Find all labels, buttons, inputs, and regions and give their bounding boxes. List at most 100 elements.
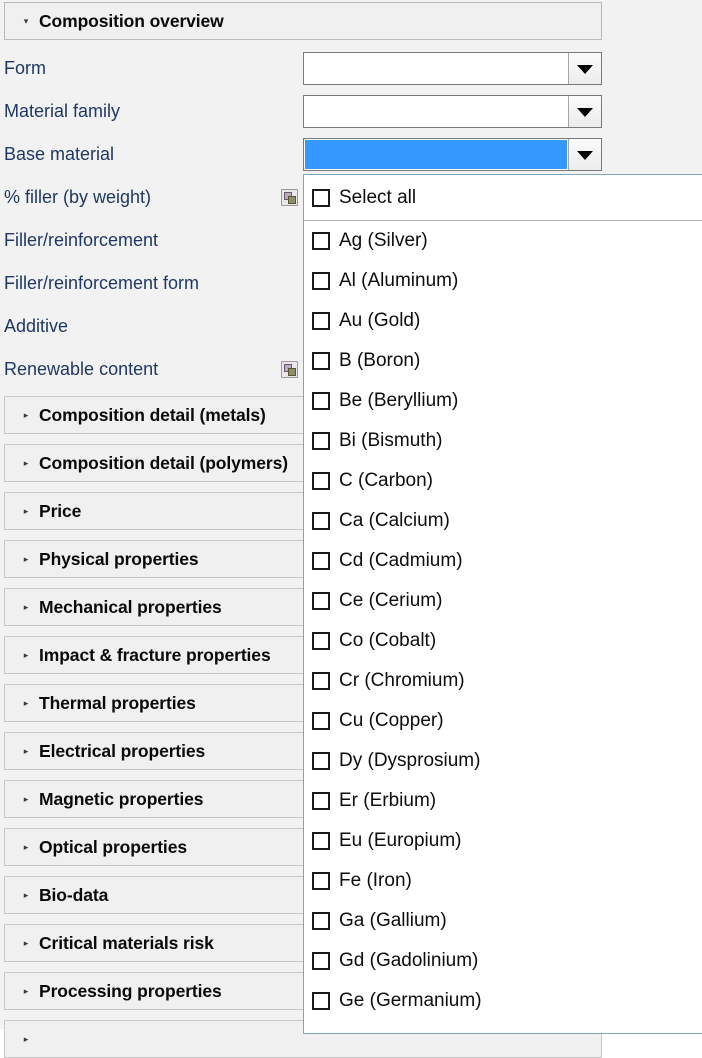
- dropdown-option[interactable]: Cd (Cadmium): [304, 541, 702, 581]
- dropdown-option[interactable]: B (Boron): [304, 341, 702, 381]
- section-header-label: Processing properties: [39, 980, 222, 1001]
- combobox-base-material-arrow-icon[interactable]: [568, 139, 601, 170]
- dropdown-option[interactable]: Au (Gold): [304, 301, 702, 341]
- section-header-label: Critical materials risk: [39, 932, 214, 953]
- combobox-material-family[interactable]: [303, 95, 602, 128]
- chevron-right-icon: ▸: [23, 793, 29, 804]
- checkbox-icon[interactable]: [312, 352, 330, 370]
- dropdown-option[interactable]: Al (Aluminum): [304, 261, 702, 301]
- section-header-label: Composition overview: [39, 10, 224, 31]
- field-label-additive: Additive: [4, 316, 69, 336]
- dropdown-option-label: Er (Erbium): [339, 790, 437, 811]
- checkbox-icon[interactable]: [312, 992, 330, 1010]
- chevron-right-icon: ▸: [23, 1033, 29, 1044]
- dropdown-option-label: B (Boron): [339, 350, 421, 371]
- chevron-right-icon: ▸: [23, 457, 29, 468]
- field-label-base-material: Base material: [4, 144, 115, 164]
- dropdown-option-label: Co (Cobalt): [339, 630, 437, 651]
- dropdown-option[interactable]: Cr (Chromium): [304, 661, 702, 701]
- checkbox-icon[interactable]: [312, 232, 330, 250]
- dropdown-option-label: Au (Gold): [339, 310, 421, 331]
- checkbox-icon[interactable]: [312, 188, 330, 207]
- field-label-filler-reinforcement: Filler/reinforcement: [4, 230, 159, 250]
- dropdown-option[interactable]: Ca (Calcium): [304, 501, 702, 541]
- checkbox-icon[interactable]: [312, 632, 330, 650]
- section-header-label: Impact & fracture properties: [39, 644, 271, 665]
- chevron-right-icon: ▸: [23, 985, 29, 996]
- checkbox-icon[interactable]: [312, 752, 330, 770]
- checkbox-icon[interactable]: [312, 392, 330, 410]
- section-header-label: Price: [39, 500, 82, 521]
- dropdown-option[interactable]: Ag (Silver): [304, 221, 702, 261]
- checkbox-icon[interactable]: [312, 272, 330, 290]
- checkbox-icon[interactable]: [312, 512, 330, 530]
- field-label-material-family: Material family: [4, 101, 121, 121]
- dropdown-option-label: Bi (Bismuth): [339, 430, 443, 451]
- checkbox-icon[interactable]: [312, 672, 330, 690]
- dropdown-option[interactable]: Eu (Europium): [304, 821, 702, 861]
- section-header-composition-overview[interactable]: ▾ Composition overview: [4, 2, 602, 40]
- dropdown-option-label: Be (Beryllium): [339, 390, 459, 411]
- section-header-label: Composition detail (polymers): [39, 452, 288, 473]
- dropdown-option-list: Ag (Silver) Al (Aluminum) Au (Gold) B (Boro…: [304, 221, 702, 1021]
- combobox-form[interactable]: [303, 52, 602, 85]
- combobox-base-material[interactable]: [303, 138, 602, 171]
- dropdown-option-label: Gd (Gadolinium): [339, 950, 479, 971]
- dropdown-option[interactable]: Cu (Copper): [304, 701, 702, 741]
- chevron-right-icon: ▸: [23, 505, 29, 516]
- dropdown-option[interactable]: Co (Cobalt): [304, 621, 702, 661]
- section-header-label: Optical properties: [39, 836, 187, 857]
- section-header-label: Electrical properties: [39, 740, 206, 761]
- dropdown-option[interactable]: Gd (Gadolinium): [304, 941, 702, 981]
- range-expand-icon-renewable-content[interactable]: [281, 361, 298, 378]
- field-label-renewable-content: Renewable content: [4, 359, 159, 379]
- checkbox-icon[interactable]: [312, 712, 330, 730]
- combobox-material-family-arrow-icon[interactable]: [568, 96, 601, 127]
- checkbox-icon[interactable]: [312, 552, 330, 570]
- checkbox-icon[interactable]: [312, 312, 330, 330]
- chevron-right-icon: ▸: [23, 841, 29, 852]
- checkbox-icon[interactable]: [312, 432, 330, 450]
- checkbox-icon[interactable]: [312, 472, 330, 490]
- dropdown-option[interactable]: Er (Erbium): [304, 781, 702, 821]
- checkbox-icon[interactable]: [312, 832, 330, 850]
- dropdown-option[interactable]: Ge (Germanium): [304, 981, 702, 1021]
- dropdown-option-label: Al (Aluminum): [339, 270, 459, 291]
- range-expand-icon-percent-filler[interactable]: [281, 189, 298, 206]
- chevron-right-icon: ▸: [23, 937, 29, 948]
- section-header-label: Physical properties: [39, 548, 199, 569]
- section-header-label: Thermal properties: [39, 692, 196, 713]
- dropdown-option-label: Select all: [339, 186, 417, 208]
- dropdown-option-label: Fe (Iron): [339, 870, 412, 891]
- checkbox-icon[interactable]: [312, 872, 330, 890]
- chevron-down-icon: ▾: [23, 15, 29, 26]
- dropdown-option-label: Eu (Europium): [339, 830, 462, 851]
- section-header-label: Bio-data: [39, 884, 109, 905]
- base-material-dropdown-popup[interactable]: Select all Ag (Silver) Al (Aluminum) Au (G…: [303, 174, 702, 1034]
- dropdown-option[interactable]: Be (Beryllium): [304, 381, 702, 421]
- checkbox-icon[interactable]: [312, 792, 330, 810]
- dropdown-option[interactable]: Dy (Dysprosium): [304, 741, 702, 781]
- combobox-form-arrow-icon[interactable]: [568, 53, 601, 84]
- dropdown-option[interactable]: Ga (Gallium): [304, 901, 702, 941]
- checkbox-icon[interactable]: [312, 592, 330, 610]
- dropdown-option[interactable]: Fe (Iron): [304, 861, 702, 901]
- chevron-right-icon: ▸: [23, 697, 29, 708]
- dropdown-option-label: Cr (Chromium): [339, 670, 465, 691]
- chevron-right-icon: ▸: [23, 601, 29, 612]
- dropdown-option[interactable]: C (Carbon): [304, 461, 702, 501]
- checkbox-icon[interactable]: [312, 912, 330, 930]
- dropdown-option-label: C (Carbon): [339, 470, 433, 491]
- checkbox-icon[interactable]: [312, 952, 330, 970]
- dropdown-option-select-all[interactable]: Select all: [304, 175, 702, 221]
- dropdown-option-label: Dy (Dysprosium): [339, 750, 481, 771]
- dropdown-option[interactable]: Ce (Cerium): [304, 581, 702, 621]
- chevron-right-icon: ▸: [23, 889, 29, 900]
- combobox-material-family-value: [305, 97, 567, 126]
- dropdown-option-label: Ca (Calcium): [339, 510, 450, 531]
- dropdown-option[interactable]: Bi (Bismuth): [304, 421, 702, 461]
- chevron-right-icon: ▸: [23, 649, 29, 660]
- field-label-form: Form: [4, 58, 46, 78]
- chevron-right-icon: ▸: [23, 745, 29, 756]
- dropdown-option-label: Cu (Copper): [339, 710, 444, 731]
